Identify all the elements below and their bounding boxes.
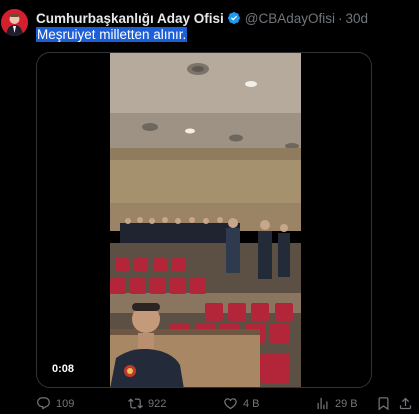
post-text: Meşruiyet milletten alınır.: [36, 27, 188, 43]
avatar[interactable]: [1, 9, 28, 36]
views-icon: [317, 397, 328, 410]
share-icon: [399, 397, 412, 410]
repost-count: 922: [148, 397, 167, 410]
verified-badge-icon: [227, 11, 241, 25]
action-bar: 109 922 4 B 29 B: [36, 396, 416, 414]
tweet[interactable]: Cumhurbaşkanlığı Aday Ofisi @CBAdayOfisi…: [0, 0, 419, 414]
post-header: Cumhurbaşkanlığı Aday Ofisi @CBAdayOfisi…: [36, 9, 368, 27]
like-count: 4 B: [243, 397, 260, 410]
reply-icon: [37, 397, 50, 410]
share-button[interactable]: [398, 396, 418, 411]
bookmark-button[interactable]: [376, 396, 396, 411]
video-player[interactable]: 0:08: [36, 52, 372, 388]
views-button[interactable]: 29 B: [315, 396, 358, 411]
author-handle[interactable]: @CBAdayOfisi: [245, 11, 335, 26]
repost-button[interactable]: 922: [128, 396, 166, 411]
like-button[interactable]: 4 B: [223, 396, 260, 411]
video-thumbnail: [110, 53, 301, 387]
post-text-content: Meşruiyet milletten alınır.: [36, 27, 188, 42]
video-duration: 0:08: [47, 361, 80, 377]
like-icon: [224, 398, 237, 410]
reply-count: 109: [56, 397, 75, 410]
views-count: 29 B: [335, 397, 358, 410]
author-name[interactable]: Cumhurbaşkanlığı Aday Ofisi: [36, 11, 224, 26]
bookmark-icon: [378, 397, 389, 411]
repost-icon: [128, 398, 143, 409]
separator-dot: ·: [338, 10, 343, 26]
post-timestamp[interactable]: 30d: [346, 11, 369, 26]
reply-button[interactable]: 109: [36, 396, 74, 411]
